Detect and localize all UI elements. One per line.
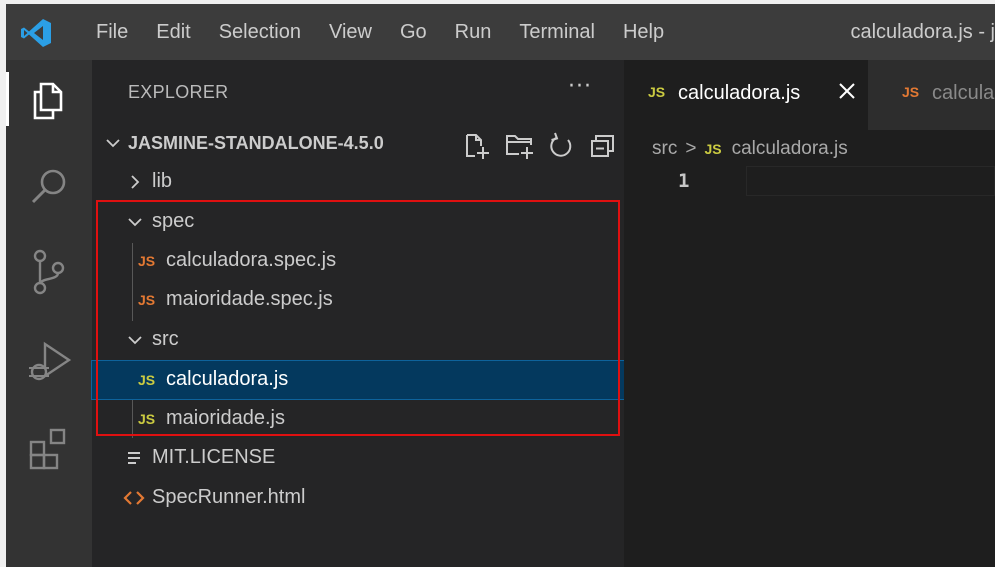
tree-file-maioridade-spec[interactable]: JS maioridade.spec.js (92, 281, 624, 319)
editor-area: JS calculadora.js JS calcula src > JS ca… (624, 60, 995, 567)
text-file-icon (128, 452, 140, 464)
tree-item-label: maioridade.spec.js (166, 288, 333, 310)
tree-file-calculadora-spec[interactable]: JS calculadora.spec.js (92, 242, 624, 280)
new-folder-button[interactable] (500, 130, 542, 159)
menu-edit[interactable]: Edit (142, 4, 204, 60)
tab-calculadora-spec[interactable]: JS calcula (868, 60, 995, 130)
extensions-icon (29, 428, 66, 470)
tree-folder-src[interactable]: src (92, 321, 624, 359)
editor-tabs: JS calculadora.js JS calcula (624, 60, 995, 130)
tab-label: calcula (932, 82, 995, 104)
explorer-sidebar: EXPLORER ··· JASMINE-STANDALONE-4.5.0 li… (91, 60, 625, 567)
more-actions-icon[interactable]: ··· (568, 74, 592, 99)
menu-terminal[interactable]: Terminal (505, 4, 609, 60)
menu-run[interactable]: Run (441, 4, 506, 60)
chevron-down-icon (106, 139, 120, 148)
js-file-icon: JS (138, 292, 156, 308)
explorer-title: EXPLORER (128, 82, 229, 102)
chevron-down-icon (128, 336, 142, 345)
tree-file-specrunner[interactable]: SpecRunner.html (92, 479, 624, 517)
new-file-button[interactable] (458, 130, 500, 159)
chevron-down-icon (128, 218, 142, 227)
search-icon (31, 169, 66, 204)
js-file-icon: JS (704, 141, 722, 157)
refresh-button[interactable] (542, 130, 584, 158)
new-folder-icon (506, 135, 533, 159)
tree-file-maioridade[interactable]: JS maioridade.js (92, 400, 624, 438)
tree-folder-lib[interactable]: lib (92, 163, 624, 201)
vscode-window: File Edit Selection View Go Run Terminal… (6, 4, 995, 567)
tree-file-mit-license[interactable]: MIT.LICENSE (92, 439, 624, 477)
activity-extensions[interactable] (6, 410, 92, 480)
explorer-header-actions (458, 130, 626, 159)
activity-bar (6, 60, 92, 567)
files-icon (33, 82, 63, 120)
tree-item-label: maioridade.js (166, 407, 285, 429)
tab-label: calculadora.js (678, 82, 801, 104)
html-file-icon (123, 491, 145, 505)
tree-item-label: lib (152, 170, 173, 192)
menu-help[interactable]: Help (609, 4, 678, 60)
tree-file-calculadora[interactable]: JS calculadora.js (91, 360, 625, 400)
tree-folder-spec[interactable]: spec (92, 203, 624, 241)
window-title: calculadora.js - j (850, 21, 995, 43)
breadcrumb-folder[interactable]: src (652, 138, 677, 160)
vscode-logo-icon[interactable] (20, 18, 52, 48)
breadcrumb-separator: > (685, 138, 697, 159)
menu-go[interactable]: Go (386, 4, 441, 60)
tree-item-label: spec (152, 210, 195, 232)
menu-bar: File Edit Selection View Go Run Terminal… (82, 4, 678, 60)
activity-search[interactable] (6, 148, 92, 218)
close-icon[interactable] (836, 80, 858, 102)
tree-item-label: calculadora.js (166, 368, 289, 390)
activity-run-debug[interactable] (6, 322, 92, 392)
tab-calculadora[interactable]: JS calculadora.js (624, 60, 868, 130)
workspace-folder-name: JASMINE-STANDALONE-4.5.0 (128, 133, 384, 153)
breadcrumb-file[interactable]: calculadora.js (732, 138, 848, 160)
js-file-icon: JS (902, 84, 920, 100)
breadcrumb: src > JS calculadora.js (652, 134, 848, 164)
new-file-icon (466, 134, 489, 159)
chevron-right-icon (131, 175, 140, 189)
workspace-folder-header[interactable]: JASMINE-STANDALONE-4.5.0 (92, 126, 624, 162)
activity-source-control[interactable] (6, 232, 92, 302)
menu-file[interactable]: File (82, 4, 142, 60)
tree-item-label: calculadora.spec.js (166, 249, 337, 271)
collapse-all-button[interactable] (584, 130, 626, 158)
menu-view[interactable]: View (315, 4, 386, 60)
run-debug-icon (29, 341, 72, 381)
menu-selection[interactable]: Selection (205, 4, 315, 60)
js-file-icon: JS (138, 411, 156, 427)
tree-item-label: MIT.LICENSE (152, 446, 276, 468)
refresh-icon (550, 132, 572, 157)
source-control-icon (33, 249, 65, 295)
js-file-icon: JS (138, 253, 156, 269)
js-file-icon: JS (138, 372, 156, 388)
collapse-all-icon (591, 135, 614, 157)
code-editor-line[interactable] (746, 166, 995, 196)
activity-explorer[interactable] (6, 64, 92, 134)
tree-item-label: SpecRunner.html (152, 486, 306, 508)
js-file-icon: JS (648, 84, 666, 100)
title-bar: File Edit Selection View Go Run Terminal… (6, 4, 995, 60)
line-number: 1 (678, 170, 690, 192)
tree-item-label: src (152, 328, 179, 350)
